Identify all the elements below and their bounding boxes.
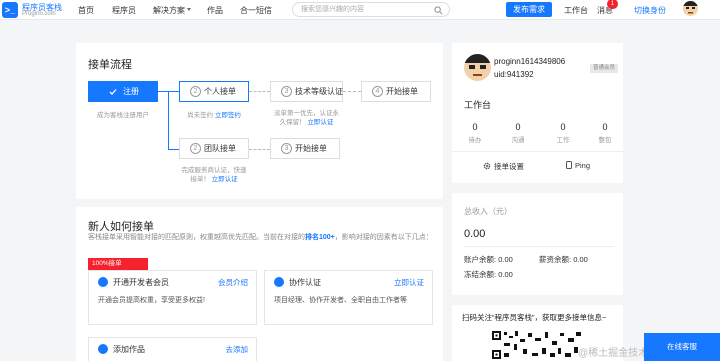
ping-button[interactable]: Ping [566, 161, 590, 170]
step-personal[interactable]: 2 个人接单 [179, 81, 249, 102]
phone-icon [566, 161, 572, 169]
divider [452, 151, 623, 152]
gear-icon [483, 162, 491, 170]
profile-card: proginn1614349806 uid:941392 普通会员 工作台 0待… [452, 43, 623, 183]
tech-cert-link[interactable]: 立即认证 [307, 119, 333, 126]
profile-username: proginn1614349806 [494, 57, 566, 66]
stat-todo[interactable]: 0 待办 [460, 122, 490, 144]
message-count-badge: 1 [607, 0, 618, 9]
nav-works[interactable]: 作品 [207, 5, 223, 16]
logo-subtitle: Proginn.com [22, 11, 56, 17]
stat-work[interactable]: 0 工作 [548, 122, 578, 144]
feature-cooperation[interactable]: 协作认证 立即认证 项目经理、协作开发者、全职自由工作者等 [264, 270, 433, 325]
stat-package[interactable]: 0 整包 [590, 122, 620, 144]
avatar[interactable] [683, 1, 698, 16]
order-settings-button[interactable]: 接单设置 [483, 161, 524, 172]
income-card: 总收入（元） 0.00 账户余额: 0.00 薪资余额: 0.00 冻结余额: … [452, 193, 623, 295]
chevron-down-icon [187, 8, 191, 11]
income-title: 总收入（元） [464, 207, 512, 216]
check-icon [109, 88, 117, 95]
step-team-desc: 完成服务商认证，快速 接单！ 立即认证 [181, 167, 247, 183]
connector-dashed [249, 91, 270, 92]
member-intro-link[interactable]: 会员介绍 [218, 277, 248, 288]
stat-chat[interactable]: 0 沟通 [503, 122, 533, 144]
connector-line [168, 91, 169, 149]
sign-now-link[interactable]: 立即签约 [215, 112, 241, 119]
switch-role-link[interactable]: 切换身份 [634, 5, 666, 16]
step-tech-desc: 派单第一优先，认证永 久保留！ 立即认证 [274, 110, 339, 126]
cooperation-icon [274, 277, 284, 287]
nav-sms[interactable]: 合一短信 [240, 5, 272, 16]
add-work-link[interactable]: 去添加 [226, 344, 249, 355]
nav-home[interactable]: 首页 [78, 5, 94, 16]
feature-add-work[interactable]: 添加作品 去添加 [88, 337, 257, 361]
qr-code [490, 329, 585, 361]
newbie-title: 新人如何接单 [88, 221, 154, 233]
online-service-button[interactable]: 在线客服 [644, 333, 720, 361]
qr-caption: 扫码关注“程序员客栈”，获取更多接单信息~ [462, 313, 607, 322]
cooperation-cert-link[interactable]: 立即认证 [394, 277, 424, 288]
connector-dashed [249, 149, 270, 150]
step-register-desc: 成为客栈注册用户 [97, 112, 149, 119]
step-start-2[interactable]: 3 开始接单 [270, 138, 340, 159]
team-cert-link[interactable]: 立即认证 [212, 176, 238, 183]
income-total: 0.00 [464, 228, 486, 240]
newbie-description: 客栈接单采用智能对接的匹配原则，权重越高优先匹配。当前在对接的排名100+，影响… [88, 234, 433, 241]
search-box [292, 2, 450, 17]
nav-workbench[interactable]: 工作台 [564, 5, 588, 16]
process-card: 接单流程 注册 成为客栈注册用户 2 个人接单 尚未签约 立即签约 3 技术等级认证… [76, 43, 443, 199]
divider [464, 246, 614, 247]
account-balance: 账户余额: 0.00 [464, 255, 513, 264]
logo-icon[interactable]: >_ [2, 2, 18, 18]
connector-dashed [343, 91, 361, 92]
salary-balance: 薪资余额: 0.00 [539, 255, 588, 264]
rank-highlight: 排名100+ [305, 234, 335, 241]
step-start-1[interactable]: 4 开始接单 [361, 81, 431, 102]
profile-uid: uid:941392 [494, 70, 534, 79]
top-navbar: >_ 程序员客栈 Proginn.com 首页 程序员 解决方案 作品 合一短信… [0, 0, 720, 20]
search-icon[interactable] [434, 6, 443, 15]
workbench-label: 工作台 [464, 100, 492, 110]
newbie-card: 新人如何接单 客栈接单采用智能对接的匹配原则，权重越高优先匹配。当前在对接的排名… [76, 207, 443, 361]
step-team[interactable]: 2 团队接单 [179, 138, 249, 159]
member-tag: 普通会员 [590, 64, 618, 73]
full-order-ribbon: 100%接单 [88, 258, 148, 270]
step-personal-desc: 尚未签约 立即签约 [187, 112, 241, 119]
profile-avatar[interactable] [464, 54, 491, 81]
step-tech-cert[interactable]: 3 技术等级认证 [270, 81, 343, 102]
search-input[interactable] [293, 3, 423, 16]
connector-line [168, 149, 179, 150]
nav-programmers[interactable]: 程序员 [112, 5, 136, 16]
frozen-balance: 冻结余额: 0.00 [464, 270, 513, 279]
feature-member[interactable]: 开通开发者会员 会员介绍 开通会员提高权重，享受更多权益! [88, 270, 257, 325]
add-work-icon [98, 344, 108, 354]
publish-button[interactable]: 发布需求 [506, 2, 552, 17]
member-icon [98, 277, 108, 287]
process-title: 接单流程 [88, 59, 132, 71]
nav-solutions[interactable]: 解决方案 [153, 5, 185, 16]
step-register[interactable]: 注册 [88, 81, 158, 102]
